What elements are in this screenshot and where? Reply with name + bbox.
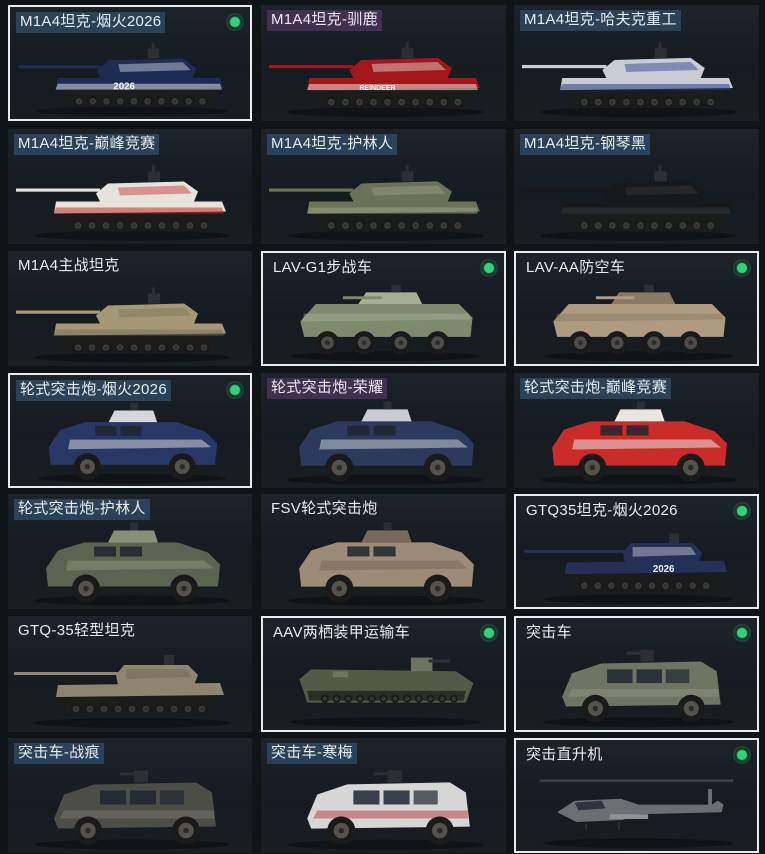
vehicle-skin-name: LAV-AA防空车 [526,259,626,276]
vehicle-tank-image: REINDEER [269,41,484,118]
vehicle-skin-card[interactable]: M1A4坦克-钢琴黑 [514,129,759,244]
vehicle-skin-name: 轮式突击炮-护林人 [14,499,150,520]
vehicle-skin-name: 轮式突击炮-烟火2026 [16,380,171,401]
vehicle-armored-car-image [540,401,737,485]
vehicle-tank-image [269,165,484,241]
equipped-indicator-icon [480,259,498,277]
vehicle-tank-image [522,165,737,241]
vehicle-mrap-image [287,770,484,850]
vehicle-armored-car-image [287,522,484,606]
vehicle-skin-name: M1A4主战坦克 [18,257,120,274]
vehicle-skin-name: GTQ-35轻型坦克 [18,622,136,639]
vehicle-skin-card[interactable]: FSV轮式突击炮 [261,494,506,609]
vehicle-apc-image [290,284,481,362]
vehicle-armored-car-image [34,522,230,606]
equipped-indicator-icon [733,259,751,277]
vehicle-armored-car-image [37,402,227,484]
vehicle-skin-card[interactable]: M1A4主战坦克 [8,251,252,366]
equipped-indicator-icon [226,381,244,399]
vehicle-skin-name: LAV-G1步战车 [273,259,373,276]
equipped-indicator-icon [480,624,498,642]
equipped-indicator-icon [226,13,244,31]
vehicle-skin-card[interactable]: 突击车-战痕 [8,738,252,853]
vehicle-mrap-image [34,770,230,850]
vehicle-skin-name: AAV两栖装甲运输车 [273,624,410,641]
svg-text:2026: 2026 [113,82,135,93]
vehicle-skin-name: M1A4坦克-哈夫克重工 [520,10,681,31]
vehicle-skin-card[interactable]: GTQ35坦克-烟火2026 2026 [514,494,759,609]
vehicle-skin-card[interactable]: M1A4坦克-巅峰竞赛 [8,129,252,244]
svg-text:REINDEER: REINDEER [359,85,395,92]
vehicle-skin-card[interactable]: AAV两栖装甲运输车 [261,616,506,732]
vehicle-skin-card[interactable]: M1A4坦克-烟火2026 2026 [8,5,252,121]
vehicle-skin-name: M1A4坦克-驯鹿 [267,10,382,31]
vehicle-skin-grid: M1A4坦克-烟火2026 2026 M1A4坦克-驯鹿 REINDEER M1A4… [0,0,765,854]
equipped-indicator-icon [733,624,751,642]
vehicle-skin-name: FSV轮式突击炮 [271,500,378,517]
vehicle-skin-name: 突击车 [526,624,572,641]
vehicle-mrap-image [542,649,735,728]
vehicle-heli-image [539,779,734,849]
equipped-indicator-icon [733,502,751,520]
vehicle-skin-name: 轮式突击炮-荣耀 [267,378,388,399]
vehicle-light-tank-image [14,655,230,728]
vehicle-skin-card[interactable]: M1A4坦克-哈夫克重工 [514,5,759,121]
vehicle-tank-image [16,287,230,363]
vehicle-skin-card[interactable]: 轮式突击炮-荣耀 [261,373,506,488]
vehicle-skin-name: 突击车-战痕 [14,743,104,764]
vehicle-skin-name: GTQ35坦克-烟火2026 [526,502,678,519]
vehicle-skin-name: 突击车-寒梅 [267,743,357,764]
vehicle-skin-card[interactable]: LAV-G1步战车 [261,251,506,366]
vehicle-skin-name: M1A4坦克-烟火2026 [16,12,166,33]
vehicle-skin-card[interactable]: M1A4坦克-驯鹿 REINDEER [261,5,506,121]
vehicle-apc-image [543,284,734,362]
vehicle-skin-card[interactable]: 突击车-寒梅 [261,738,506,853]
vehicle-skin-card[interactable]: 突击直升机 [514,738,759,853]
vehicle-armored-car-image [287,401,484,485]
vehicle-skin-name: M1A4坦克-钢琴黑 [520,134,651,155]
vehicle-skin-card[interactable]: M1A4坦克-护林人 [261,129,506,244]
vehicle-tank-image [16,165,230,241]
vehicle-aav-image [289,657,482,728]
vehicle-skin-card[interactable]: GTQ-35轻型坦克 [8,616,252,732]
vehicle-skin-name: M1A4坦克-巅峰竞赛 [14,134,160,155]
vehicle-tank-image [522,41,737,118]
vehicle-skin-card[interactable]: 突击车 [514,616,759,732]
svg-text:2026: 2026 [653,564,675,575]
vehicle-skin-card[interactable]: 轮式突击炮-巅峰竞赛 [514,373,759,488]
vehicle-skin-card[interactable]: 轮式突击炮-烟火2026 [8,373,252,488]
vehicle-skin-card[interactable]: 轮式突击炮-护林人 [8,494,252,609]
vehicle-skin-card[interactable]: LAV-AA防空车 [514,251,759,366]
vehicle-skin-name: M1A4坦克-护林人 [267,134,398,155]
vehicle-skin-name: 轮式突击炮-巅峰竞赛 [520,378,671,399]
equipped-indicator-icon [733,746,751,764]
vehicle-tank-image: 2026 [18,42,228,117]
vehicle-light-tank-image: 2026 [524,533,734,605]
vehicle-skin-name: 突击直升机 [526,746,603,763]
